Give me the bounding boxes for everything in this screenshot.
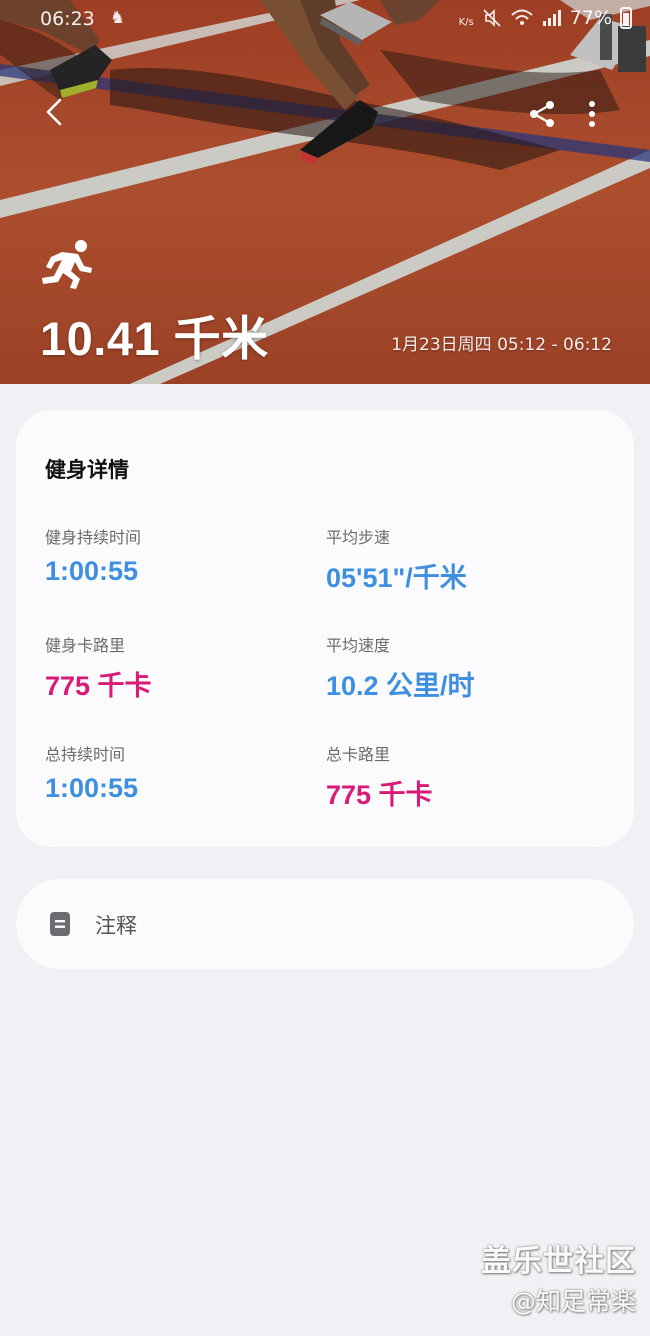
watermark-community: 盖乐世社区: [481, 1244, 636, 1279]
workout-date-range: 1月23日周四 05:12 - 06:12: [391, 335, 612, 355]
status-time: 06:23: [40, 8, 95, 30]
metric-total-calories: 总卡路里 775 千卡: [326, 741, 596, 812]
status-bar: 06:23 ♞ K/s 77%: [0, 0, 650, 40]
workout-details-card: 健身详情 健身持续时间 1:00:55 平均步速 05'51"/千米 健身卡路里…: [16, 410, 634, 847]
metric-label: 总卡路里: [326, 745, 391, 764]
wifi-icon: [511, 9, 533, 25]
metric-total-duration: 总持续时间 1:00:55: [45, 741, 315, 804]
metric-label: 平均速度: [326, 636, 391, 655]
battery-icon: [620, 7, 632, 29]
workout-header: 06:23 ♞ K/s 77% 10.41 千米 1月23日周四 05:12 -…: [0, 0, 650, 384]
metric-workout-calories: 健身卡路里 775 千卡: [45, 632, 315, 703]
metric-value: 1:00:55: [45, 773, 139, 803]
battery-percent: 77%: [569, 7, 612, 29]
metric-workout-duration: 健身持续时间 1:00:55: [45, 524, 315, 587]
watermark-author: @知足常楽: [510, 1287, 636, 1316]
metric-value: 05'51"/千米: [326, 563, 467, 593]
metric-value: 1:00:55: [45, 556, 139, 586]
share-icon[interactable]: [526, 98, 558, 130]
more-vertical-icon[interactable]: [580, 98, 604, 130]
notification-icon: ♞: [110, 8, 126, 28]
net-speed-unit: K/s: [458, 17, 474, 28]
metric-label: 健身卡路里: [45, 636, 126, 655]
signal-icon: [542, 10, 561, 26]
metric-average-pace: 平均步速 05'51"/千米: [326, 524, 596, 595]
metric-value: 10.2 公里/时: [326, 671, 475, 701]
metric-label: 平均步速: [326, 528, 391, 547]
metric-label: 健身持续时间: [45, 528, 142, 547]
metric-label: 总持续时间: [45, 745, 126, 764]
status-indicators: K/s 77%: [459, 7, 632, 29]
metric-value: 775 千卡: [326, 780, 433, 810]
running-icon: [42, 240, 92, 289]
chevron-left-icon[interactable]: [38, 94, 74, 130]
notes-label: 注释: [95, 914, 137, 938]
card-title: 健身详情: [45, 458, 129, 482]
metric-value: 775 千卡: [45, 671, 152, 701]
distance-value: 10.41 千米: [40, 312, 269, 365]
note-icon: [50, 912, 70, 936]
notes-button[interactable]: 注释: [16, 879, 634, 969]
metric-average-speed: 平均速度 10.2 公里/时: [326, 632, 596, 703]
mute-icon: [483, 9, 501, 27]
